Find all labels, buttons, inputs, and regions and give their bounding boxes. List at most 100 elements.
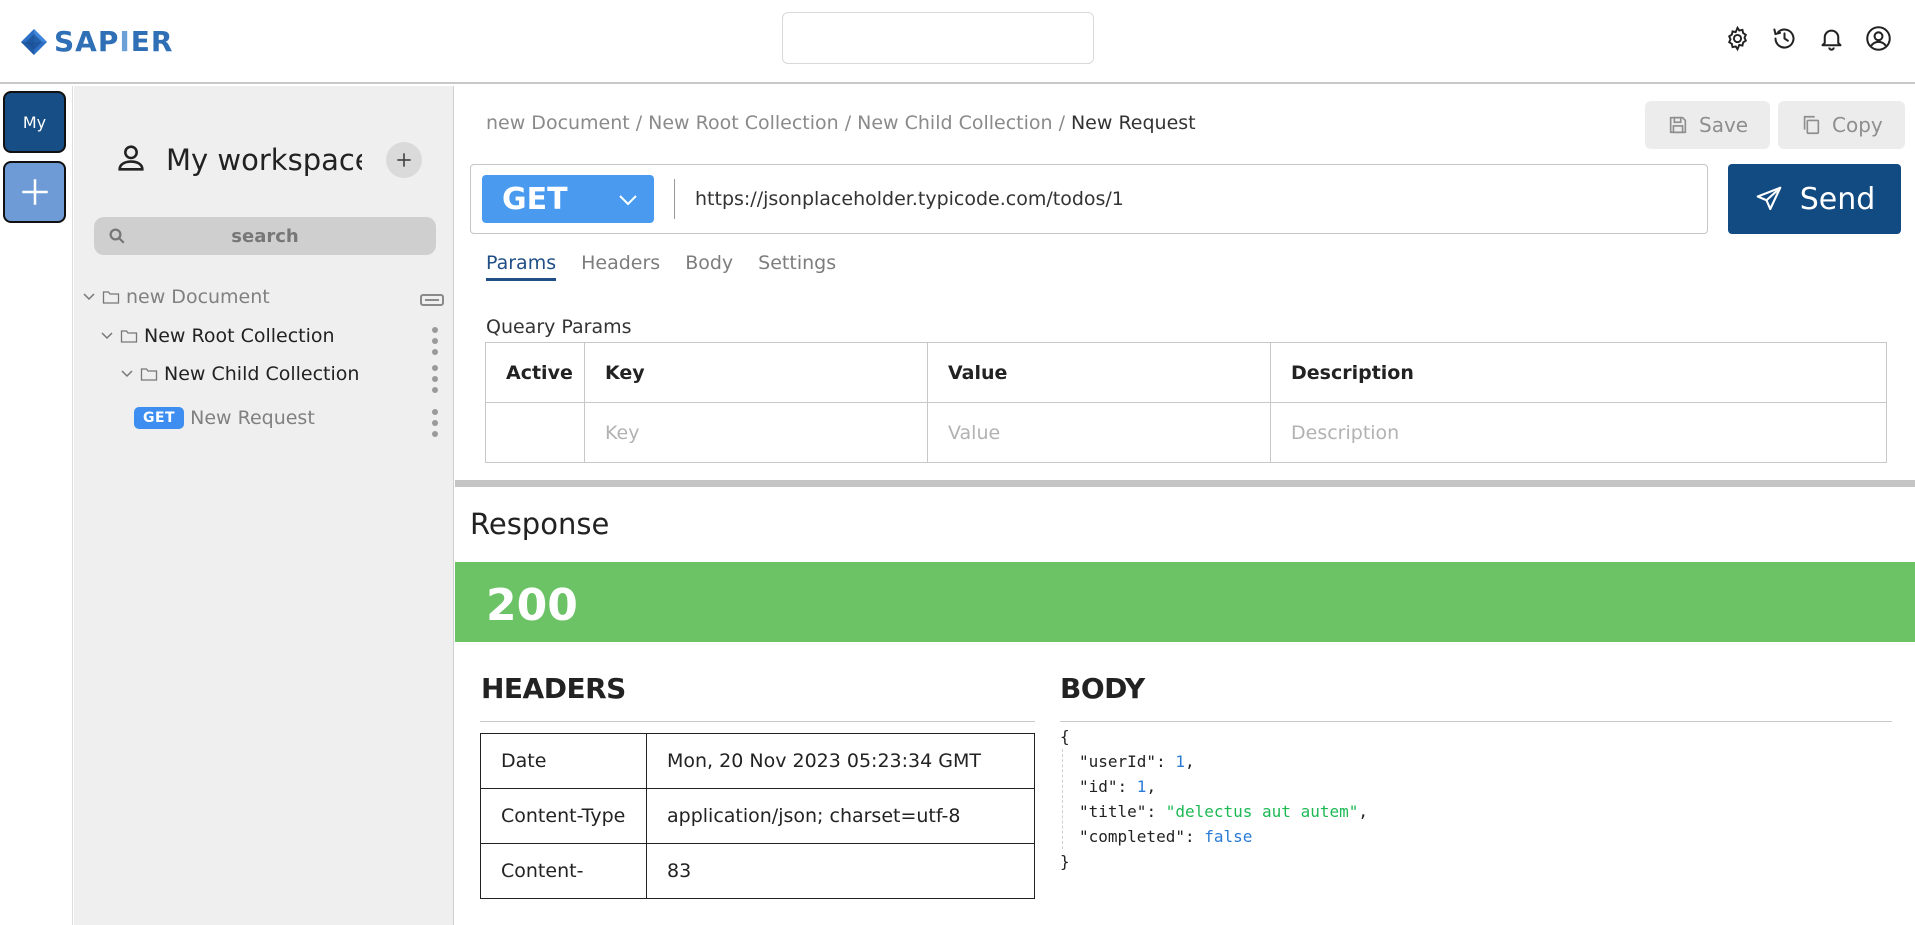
- folder-icon: [120, 330, 138, 343]
- column-header: Key: [584, 342, 928, 403]
- workspace-my-button[interactable]: My: [3, 91, 66, 153]
- tab-settings[interactable]: Settings: [758, 252, 836, 281]
- child-collection-menu-icon[interactable]: [431, 365, 439, 393]
- tree-item-label: New Child Collection: [164, 363, 360, 385]
- send-button[interactable]: Send: [1728, 164, 1901, 234]
- chevron-down-icon: [83, 293, 95, 301]
- param-value-input[interactable]: [948, 421, 1238, 444]
- tree-item-document[interactable]: new Document: [82, 286, 270, 308]
- query-params-label: Queary Params: [486, 316, 632, 338]
- add-collection-button[interactable]: [386, 142, 422, 178]
- status-bar: 200: [455, 562, 1915, 642]
- param-key-input[interactable]: [605, 421, 895, 444]
- tree-item-label: New Request: [190, 407, 315, 429]
- headers-section-title: HEADERS: [481, 672, 626, 705]
- column-header: Active: [485, 342, 585, 403]
- tree-item-child-collection[interactable]: New Child Collection: [120, 363, 359, 385]
- header-value: Mon, 20 Nov 2023 05:23:34 GMT: [646, 733, 1035, 789]
- active-checkbox-cell[interactable]: [485, 402, 585, 463]
- tree-item-label: New Root Collection: [144, 325, 335, 347]
- json-line: "id": 1,: [1079, 777, 1157, 796]
- url-input[interactable]: [695, 177, 1685, 221]
- sidebar: My workspace new Document New Root Colle…: [74, 86, 454, 925]
- table-row: Content-Type application/json; charset=u…: [480, 788, 1035, 844]
- param-description-input[interactable]: [1291, 421, 1827, 444]
- account-icon[interactable]: [1862, 22, 1895, 55]
- method-value: GET: [502, 181, 568, 217]
- header-key: Content-: [480, 843, 647, 899]
- chevron-down-icon: [619, 195, 637, 206]
- response-headers-table: Date Mon, 20 Nov 2023 05:23:34 GMT Conte…: [480, 733, 1035, 899]
- status-code: 200: [486, 580, 578, 631]
- request-url-bar: GET: [470, 164, 1708, 234]
- table-row: Date Mon, 20 Nov 2023 05:23:34 GMT: [480, 733, 1035, 789]
- method-badge: GET: [134, 407, 185, 429]
- plus-icon: [21, 179, 48, 205]
- method-select[interactable]: GET: [482, 175, 654, 223]
- header-key: Date: [480, 733, 647, 789]
- column-header: Value: [927, 342, 1271, 403]
- collapse-all-button[interactable]: [420, 294, 444, 306]
- chevron-down-icon: [101, 332, 113, 340]
- url-divider: [674, 179, 675, 219]
- bell-icon[interactable]: [1815, 22, 1848, 55]
- tree-item-request[interactable]: GET New Request: [134, 407, 315, 429]
- breadcrumb-separator: /: [1058, 112, 1065, 134]
- app-name: SAPIER: [54, 25, 174, 58]
- save-icon: [1669, 116, 1687, 134]
- json-close-brace: }: [1060, 852, 1070, 871]
- tab-params[interactable]: Params: [486, 252, 557, 281]
- settings-icon[interactable]: [1721, 22, 1754, 55]
- header-value: 83: [646, 843, 1035, 899]
- logo-diamond-icon: [20, 28, 48, 56]
- user-icon: [114, 141, 148, 179]
- app-logo[interactable]: SAPIER: [20, 25, 173, 58]
- sidebar-search-input[interactable]: [94, 217, 436, 255]
- copy-label: Copy: [1832, 113, 1883, 137]
- plus-icon: [397, 153, 411, 167]
- copy-icon: [1803, 115, 1820, 135]
- breadcrumb-item[interactable]: new Document: [486, 112, 630, 134]
- global-search-input[interactable]: [782, 12, 1094, 64]
- json-line: "title": "delectus aut autem",: [1079, 802, 1368, 821]
- workspace-rail: My: [0, 86, 73, 925]
- copy-button[interactable]: Copy: [1778, 101, 1905, 149]
- search-icon: [108, 227, 126, 249]
- body-divider: [1060, 721, 1892, 722]
- header-key: Content-Type: [480, 788, 647, 844]
- breadcrumb-current: New Request: [1070, 112, 1196, 134]
- breadcrumb-separator: /: [635, 112, 643, 134]
- top-bar: SAPIER: [0, 0, 1915, 84]
- workspace-title: My workspace: [166, 143, 362, 177]
- send-icon: [1756, 186, 1782, 211]
- table-header-row: Active Key Value Description: [485, 342, 1887, 403]
- request-tabs: Params Headers Body Settings: [486, 252, 836, 281]
- panel-resize-handle[interactable]: [455, 480, 1915, 487]
- query-params-table: Active Key Value Description: [485, 342, 1887, 463]
- breadcrumb-item[interactable]: New Child Collection: [857, 112, 1052, 134]
- request-menu-icon[interactable]: [431, 409, 439, 437]
- save-button[interactable]: Save: [1645, 101, 1771, 149]
- sidebar-search: [94, 217, 436, 255]
- breadcrumb-item[interactable]: New Root Collection: [648, 112, 839, 134]
- body-section-title: BODY: [1060, 672, 1145, 705]
- table-row: [485, 402, 1887, 463]
- chevron-down-icon: [121, 370, 133, 378]
- history-icon[interactable]: [1768, 22, 1801, 55]
- tree-item-root-collection[interactable]: New Root Collection: [100, 325, 335, 347]
- json-line: "userId": 1,: [1079, 752, 1195, 771]
- add-workspace-button[interactable]: [3, 161, 66, 223]
- column-header: Description: [1270, 342, 1887, 403]
- header-value: application/json; charset=utf-8: [646, 788, 1035, 844]
- response-headers-table-wrap[interactable]: Date Mon, 20 Nov 2023 05:23:34 GMT Conte…: [480, 733, 1035, 911]
- response-title: Response: [470, 507, 610, 541]
- root-collection-menu-icon[interactable]: [431, 327, 439, 355]
- tab-body[interactable]: Body: [685, 252, 733, 281]
- send-label: Send: [1799, 181, 1876, 217]
- breadcrumb: new Document / New Root Collection / New…: [486, 112, 1196, 134]
- json-open-brace: {: [1060, 727, 1070, 746]
- tab-headers[interactable]: Headers: [581, 252, 660, 281]
- headers-divider: [480, 721, 1035, 722]
- tree-item-label: new Document: [126, 286, 270, 308]
- table-row: Content- 83: [480, 843, 1035, 899]
